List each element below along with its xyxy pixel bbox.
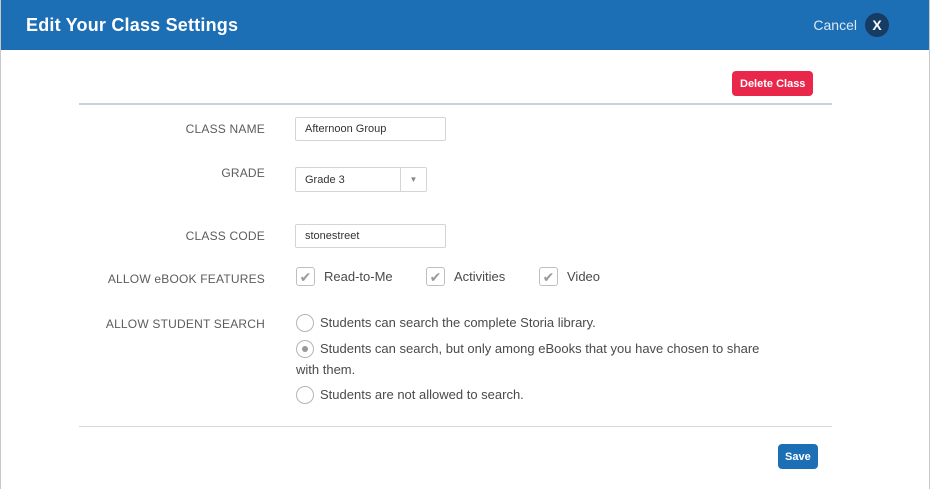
grade-selected-value: Grade 3 bbox=[305, 173, 345, 186]
checkbox-video[interactable]: ✔ Video bbox=[539, 267, 600, 286]
class-name-input[interactable] bbox=[295, 117, 446, 141]
radio-button[interactable] bbox=[296, 314, 314, 332]
check-icon[interactable]: ✔ bbox=[539, 267, 558, 286]
class-name-label: CLASS NAME bbox=[185, 122, 265, 136]
divider-top bbox=[79, 103, 832, 105]
checkbox-label: Activities bbox=[454, 269, 506, 284]
checkbox-label: Video bbox=[567, 269, 601, 284]
radio-button-selected[interactable] bbox=[296, 340, 314, 358]
radio-search-shared[interactable]: Students can search, but only among eBoo… bbox=[296, 340, 759, 358]
checkbox-read-to-me[interactable]: ✔ Read-to-Me bbox=[296, 267, 393, 286]
dialog-title: Edit Your Class Settings bbox=[26, 14, 239, 35]
edit-class-dialog: Edit Your Class Settings Cancel X Delete… bbox=[0, 0, 930, 489]
divider-bottom bbox=[79, 426, 832, 427]
close-icon[interactable]: X bbox=[865, 13, 889, 37]
dialog-header: Edit Your Class Settings Cancel X bbox=[1, 0, 929, 50]
ebook-features-label: ALLOW eBOOK FEATURES bbox=[107, 272, 265, 286]
grade-select[interactable]: Grade 3 ▼ bbox=[295, 167, 427, 192]
grade-label: GRADE bbox=[221, 166, 265, 180]
radio-label: Students can search the complete Storia … bbox=[320, 315, 596, 330]
class-code-input[interactable] bbox=[295, 224, 446, 248]
chevron-down-icon[interactable]: ▼ bbox=[400, 168, 426, 191]
class-code-label: CLASS CODE bbox=[185, 229, 265, 243]
cancel-label: Cancel bbox=[813, 17, 857, 33]
radio-button[interactable] bbox=[296, 386, 314, 404]
radio-label: Students can search, but only among eBoo… bbox=[320, 341, 760, 356]
radio-search-none[interactable]: Students are not allowed to search. bbox=[296, 386, 524, 404]
checkbox-label: Read-to-Me bbox=[324, 269, 393, 284]
radio-label-continued: with them. bbox=[296, 362, 356, 377]
radio-search-all[interactable]: Students can search the complete Storia … bbox=[296, 314, 596, 332]
save-button[interactable]: Save bbox=[778, 444, 818, 469]
radio-dot bbox=[302, 346, 308, 352]
check-icon[interactable]: ✔ bbox=[296, 267, 315, 286]
student-search-label: ALLOW STUDENT SEARCH bbox=[105, 317, 265, 331]
delete-class-button[interactable]: Delete Class bbox=[732, 71, 814, 96]
radio-label: Students are not allowed to search. bbox=[320, 387, 524, 402]
cancel-button[interactable]: Cancel X bbox=[813, 13, 889, 37]
check-icon[interactable]: ✔ bbox=[426, 267, 445, 286]
checkbox-activities[interactable]: ✔ Activities bbox=[426, 267, 505, 286]
